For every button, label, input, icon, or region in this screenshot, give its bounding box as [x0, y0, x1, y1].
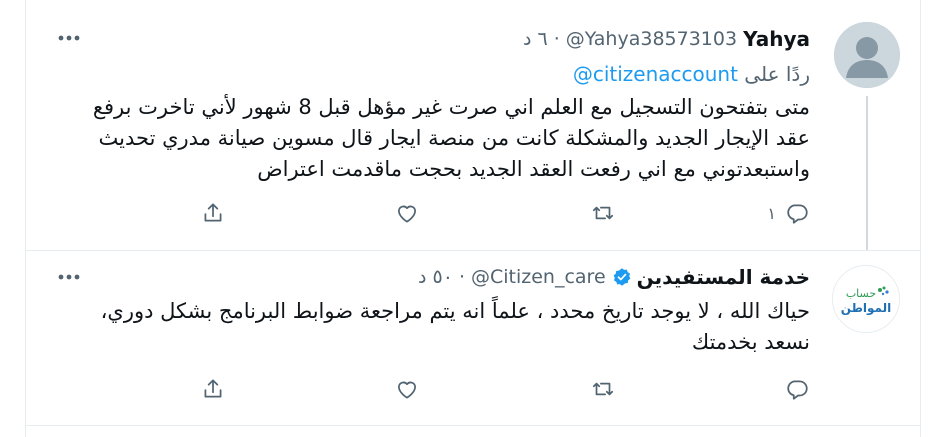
tweet-header: Yahya @Yahya38573103 · ٦ د — [66, 26, 810, 52]
reply-icon — [787, 380, 808, 400]
tweet-text-line: حياك الله ، لا يوجد تاريخ محدد ، علماً ا… — [100, 299, 810, 323]
tweet-text: حياك الله ، لا يوجد تاريخ محدد ، علماً ا… — [66, 296, 810, 358]
tweet-text: متى بتفتحون التسجيل مع العلم اني صرت غير… — [92, 95, 810, 181]
like-button[interactable] — [394, 372, 420, 406]
tweet-actions — [160, 372, 810, 406]
heart-icon — [398, 381, 416, 399]
reply-count: ١ — [767, 203, 776, 223]
retweet-icon — [592, 382, 614, 396]
user-display-name[interactable]: خدمة المستفيدين — [637, 265, 810, 289]
tweet-text-line: نسعد بخدمتك — [691, 330, 810, 354]
more-options-button[interactable] — [56, 28, 82, 48]
logo-text-bottom: المواطن — [841, 301, 891, 316]
verified-badge-icon — [613, 268, 630, 286]
retweet-button[interactable] — [590, 372, 616, 406]
header-separator: · — [553, 28, 560, 50]
user-handle[interactable]: @Yahya38573103 — [566, 28, 737, 50]
share-icon — [204, 203, 222, 222]
share-button[interactable] — [200, 372, 226, 406]
tweet-citizen-care[interactable]: حساب المواطن خدمة المستفيدين @Citizen_ca… — [26, 251, 920, 425]
more-options-button[interactable] — [56, 267, 82, 287]
replying-to-label: ردًا على — [744, 62, 810, 86]
user-display-name[interactable]: Yahya — [743, 27, 810, 51]
tweet-yahya[interactable]: Yahya @Yahya38573103 · ٦ د ردًا على @cit… — [26, 0, 920, 250]
like-button[interactable] — [394, 196, 420, 230]
reply-icon — [787, 204, 808, 224]
header-separator: · — [458, 266, 465, 288]
timeline-right-border — [920, 0, 921, 437]
replying-to: ردًا على @citizenaccount — [573, 62, 810, 86]
replying-to-handle[interactable]: @citizenaccount — [573, 62, 738, 86]
tweet-timestamp[interactable]: ٦ د — [523, 28, 548, 50]
thread-connector — [866, 96, 868, 250]
more-dots-icon — [58, 35, 80, 41]
citizen-account-logo-icon: حساب المواطن — [833, 266, 899, 332]
share-icon — [204, 379, 222, 398]
heart-icon — [398, 205, 416, 223]
reply-button[interactable] — [784, 372, 810, 406]
logo-text-top: حساب — [846, 287, 876, 300]
user-handle[interactable]: @Citizen_care — [471, 266, 606, 288]
tweet-actions: ١ — [160, 196, 810, 230]
share-button[interactable] — [200, 196, 226, 230]
more-dots-icon — [58, 274, 80, 280]
user-avatar[interactable]: حساب المواطن — [832, 265, 900, 333]
tweet-header: خدمة المستفيدين @Citizen_care · ٥٠ د — [66, 264, 810, 290]
tweet-timestamp[interactable]: ٥٠ د — [418, 266, 453, 288]
reply-button[interactable]: ١ — [767, 196, 810, 230]
retweet-icon — [592, 206, 614, 220]
user-avatar[interactable] — [834, 22, 900, 88]
tweet-divider — [26, 425, 920, 426]
default-user-avatar-icon — [834, 22, 900, 88]
retweet-button[interactable] — [590, 196, 616, 230]
